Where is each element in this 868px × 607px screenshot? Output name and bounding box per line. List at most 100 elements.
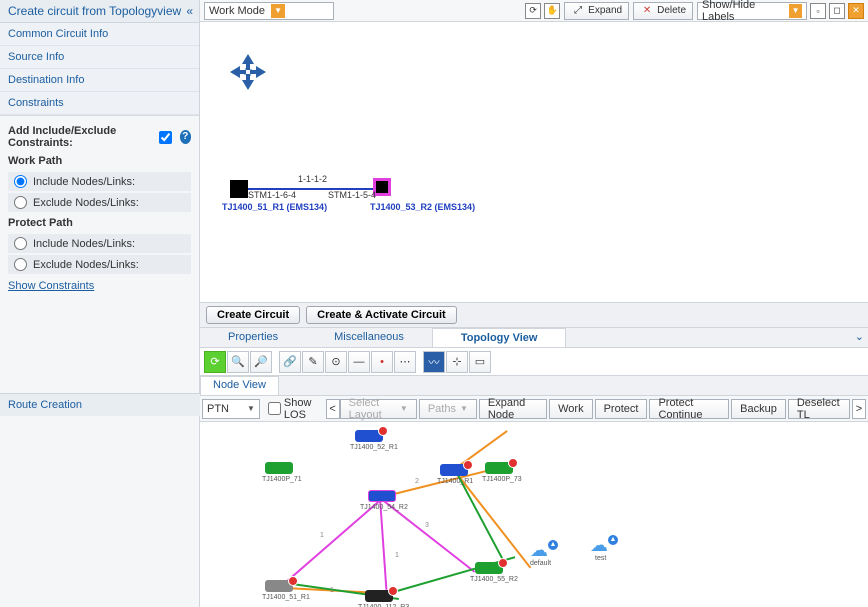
link-count: 1 (395, 552, 399, 559)
topo-node[interactable] (368, 490, 396, 502)
select-layout-dropdown[interactable]: Select Layout▼ (340, 399, 417, 419)
tool-icon-2[interactable]: ◻ (829, 3, 845, 19)
graph-icon[interactable]: ⊹ (446, 351, 468, 373)
nav-prev[interactable]: < (326, 399, 340, 419)
topo-node-label: TJ1400_R1 (437, 478, 473, 485)
chevron-down-icon: ▼ (789, 4, 802, 18)
cloud-label: test (595, 555, 606, 562)
layout-icon[interactable]: ▭ (469, 351, 491, 373)
tab-topology[interactable]: Topology View (432, 328, 567, 347)
showlos-check[interactable]: Show LOS (268, 397, 320, 421)
link-icon[interactable]: 🔗 (279, 351, 301, 373)
expand-node-button[interactable]: Expand Node (479, 399, 547, 419)
deselect-tl-button[interactable]: Deselect TL (788, 399, 850, 419)
chart-icon[interactable]: 〰 (423, 351, 445, 373)
constraints-form: Add Include/Exclude Constraints: ? Work … (0, 116, 199, 302)
topo-link[interactable] (457, 474, 505, 563)
tool-icon-1[interactable]: ▫ (810, 3, 826, 19)
route-creation-header[interactable]: Route Creation (0, 394, 200, 416)
port-a-label: STM1-1-6-4 (248, 190, 296, 200)
expand-icon: ⤢ (571, 4, 585, 18)
node-a-label: TJ1400_51_R1 (EMS134) (222, 202, 327, 212)
topo-node-label: TJ1400_52_R1 (350, 444, 398, 451)
create-circuit-button[interactable]: Create Circuit (206, 306, 300, 324)
alarm-icon (288, 576, 298, 586)
topo-link[interactable] (379, 498, 387, 590)
link-count: 1 (330, 587, 334, 594)
nav-source[interactable]: Source Info (0, 46, 199, 69)
nodeview-tabrow: Node View (200, 376, 868, 396)
red-dot-icon[interactable]: • (371, 351, 393, 373)
nav-section: Common Circuit Info Source Info Destinat… (0, 23, 199, 116)
topo-link[interactable] (457, 474, 531, 568)
line-icon[interactable]: ― (348, 351, 370, 373)
expand-button[interactable]: ⤢Expand (564, 2, 629, 20)
zoom-in-icon[interactable]: 🔍 (227, 351, 249, 373)
paths-dropdown[interactable]: Paths▼ (419, 399, 477, 419)
panel-title-text: Create circuit from Topologyview (8, 4, 181, 18)
collapse-icon[interactable]: « (186, 4, 193, 18)
workmode-dropdown[interactable]: Work Mode ▼ (204, 2, 334, 20)
cloud-icon[interactable]: ☁ (530, 540, 548, 561)
delete-button[interactable]: ✕Delete (633, 2, 693, 20)
route-section: Route Creation (0, 393, 200, 416)
help-icon[interactable]: ? (180, 130, 192, 144)
link-count: 1 (320, 532, 324, 539)
create-activate-button[interactable]: Create & Activate Circuit (306, 306, 457, 324)
chevron-down-icon: ▼ (247, 404, 255, 413)
left-sidebar: Create circuit from Topologyview « Commo… (0, 0, 200, 607)
nav-common[interactable]: Common Circuit Info (0, 23, 199, 46)
tab-properties[interactable]: Properties (200, 328, 306, 347)
close-icon[interactable]: ✕ (848, 3, 864, 19)
protectpath-label: Protect Path (8, 214, 191, 232)
refresh-green-icon[interactable]: ⟳ (204, 351, 226, 373)
wp-include-radio[interactable] (14, 175, 27, 188)
nav-constraints[interactable]: Constraints (0, 92, 199, 115)
cloud-label: default (530, 560, 551, 567)
link-id-label: 1-1-1-2 (298, 174, 327, 184)
topo-node-label: TJ1400P_73 (482, 476, 522, 483)
panel-title: Create circuit from Topologyview « (0, 0, 199, 23)
wp-exclude-label: Exclude Nodes/Links: (33, 197, 139, 209)
node-a[interactable] (230, 180, 248, 198)
wp-include-label: Include Nodes/Links: (33, 176, 135, 188)
port-b-label: STM1-1-5-4 (328, 190, 376, 200)
target-icon[interactable]: ⊙ (325, 351, 347, 373)
icon-toolbar: ⟳ 🔍 🔎 🔗 ✎ ⊙ ― • ⋯ 〰 ⊹ ▭ (200, 348, 868, 376)
dots-icon[interactable]: ⋯ (394, 351, 416, 373)
alarm-icon (378, 426, 388, 436)
zoom-out-icon[interactable]: 🔎 (250, 351, 272, 373)
topo-node-label: TJ1400P_71 (262, 476, 302, 483)
work-button[interactable]: Work (549, 399, 592, 419)
nav-next[interactable]: > (852, 399, 866, 419)
wp-exclude-radio[interactable] (14, 196, 27, 209)
protect-button[interactable]: Protect (595, 399, 648, 419)
add-incexc-label: Add Include/Exclude Constraints: (8, 125, 153, 149)
cloud-icon[interactable]: ☁ (590, 535, 608, 556)
hand-icon[interactable]: ✋ (544, 3, 560, 19)
nav-destination[interactable]: Destination Info (0, 69, 199, 92)
protect-continue-button[interactable]: Protect Continue (649, 399, 729, 419)
alarm-icon (498, 558, 508, 568)
showhide-label: Show/Hide Labels (702, 0, 783, 23)
pp-exclude-radio[interactable] (14, 258, 27, 271)
ptn-select[interactable]: PTN▼ (202, 399, 260, 419)
topology-canvas[interactable]: 1 2 3 1 1 TJ1400P_71 TJ1400_52_R1 TJ1400… (200, 422, 868, 607)
show-constraints-link[interactable]: Show Constraints (8, 276, 94, 296)
link-count: 3 (425, 522, 429, 529)
pan-arrows[interactable] (228, 52, 268, 95)
pp-include-label: Include Nodes/Links: (33, 238, 135, 250)
backup-button[interactable]: Backup (731, 399, 786, 419)
alarm-icon (388, 586, 398, 596)
filter-bar: PTN▼ Show LOS < Select Layout▼ Paths▼ Ex… (200, 396, 868, 422)
edit-icon[interactable]: ✎ (302, 351, 324, 373)
add-incexc-check[interactable] (159, 131, 172, 144)
tab-misc[interactable]: Miscellaneous (306, 328, 432, 347)
pp-include-radio[interactable] (14, 237, 27, 250)
topo-node[interactable] (265, 462, 293, 474)
main-canvas[interactable]: 1-1-1-2 STM1-1-6-4 STM1-1-5-4 TJ1400_51_… (200, 22, 868, 302)
nodeview-tab[interactable]: Node View (200, 376, 279, 395)
refresh-icon[interactable]: ⟳ (525, 3, 541, 19)
showhide-dropdown[interactable]: Show/Hide Labels ▼ (697, 2, 807, 20)
tabs-expand-icon[interactable]: ⌄ (855, 330, 864, 343)
